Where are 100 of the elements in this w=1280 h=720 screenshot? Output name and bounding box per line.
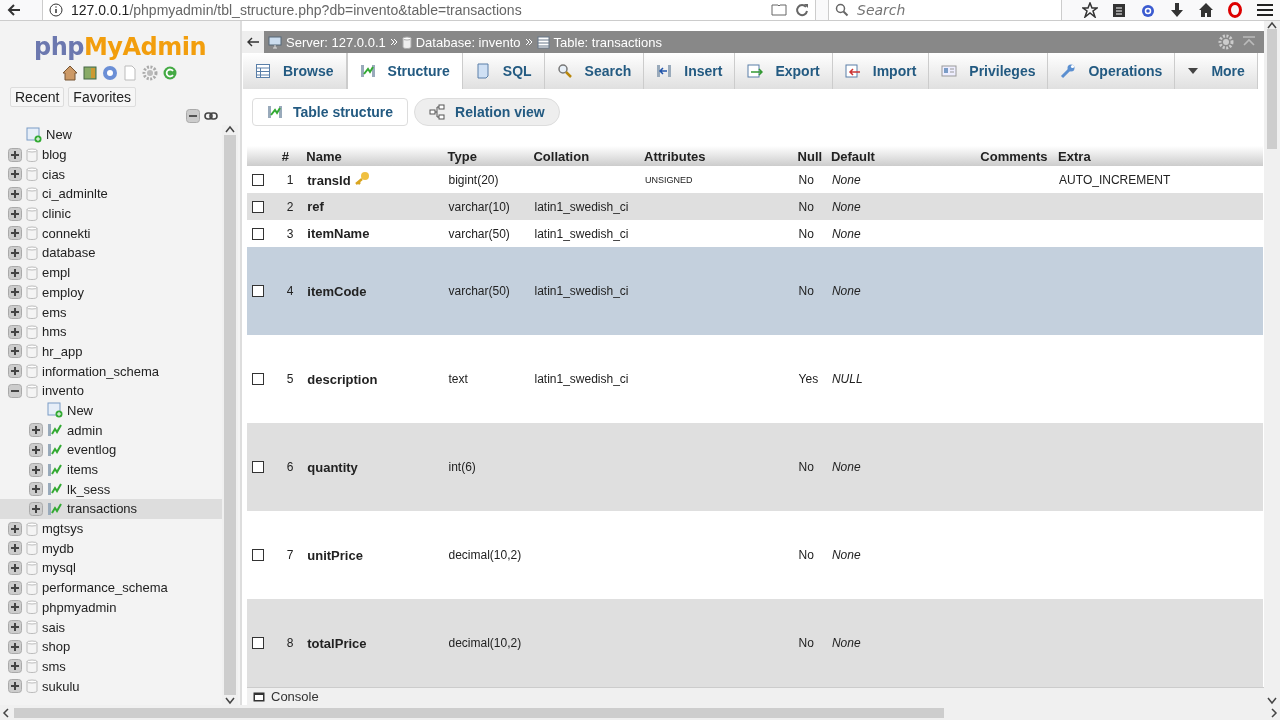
tree-item[interactable]: New	[63, 402, 93, 418]
scroll-down-icon[interactable]	[225, 697, 235, 705]
search-box[interactable]: Search	[828, 0, 1062, 20]
tree-item[interactable]: phpmyadmin	[38, 599, 117, 615]
expand-toggle[interactable]	[8, 265, 22, 280]
tab[interactable]: Insert	[644, 53, 736, 89]
tab[interactable]: Search	[544, 53, 645, 89]
expand-toggle[interactable]	[8, 206, 22, 221]
collapse-all-icon[interactable]	[186, 109, 200, 123]
tab[interactable]: Browse	[243, 53, 347, 89]
expand-toggle[interactable]	[8, 147, 22, 162]
tree-item[interactable]: New	[42, 127, 72, 143]
horizontal-scrollbar[interactable]	[0, 705, 1280, 720]
tree-item[interactable]: mydb	[38, 540, 74, 556]
tree-item[interactable]: employ	[38, 284, 84, 300]
expand-toggle[interactable]	[8, 521, 22, 536]
breadcrumb-link[interactable]: Database: invento	[415, 34, 521, 50]
tree-item[interactable]: hms	[38, 324, 67, 340]
reload-icon[interactable]	[795, 2, 809, 17]
console-button[interactable]: Console	[271, 689, 319, 704]
sidebar-tab[interactable]: Favorites	[68, 87, 136, 107]
tree-item[interactable]: ci_adminlte	[38, 186, 108, 202]
expand-toggle[interactable]	[8, 226, 22, 241]
expand-toggle[interactable]	[8, 344, 22, 359]
tab[interactable]: Export	[735, 53, 833, 89]
tree-item[interactable]: performance_schema	[38, 580, 168, 596]
tree-item[interactable]: ems	[38, 304, 67, 320]
tab[interactable]: More	[1175, 53, 1258, 89]
tree-item[interactable]: mgtsys	[38, 521, 84, 537]
expand-toggle[interactable]	[8, 541, 22, 556]
back-button[interactable]	[242, 31, 264, 53]
link-icon[interactable]	[204, 109, 218, 123]
expand-toggle[interactable]	[8, 305, 22, 320]
clipboard-icon[interactable]	[1112, 2, 1126, 18]
scroll-thumb[interactable]	[1267, 29, 1277, 149]
collapse-toggle[interactable]	[8, 383, 22, 398]
expand-toggle[interactable]	[8, 245, 22, 260]
tree-item[interactable]: information_schema	[38, 363, 160, 379]
tree-item[interactable]: blog	[38, 147, 67, 163]
scroll-thumb[interactable]	[14, 708, 944, 718]
reload-icon[interactable]	[162, 65, 178, 81]
row-checkbox[interactable]	[252, 549, 264, 561]
expand-toggle[interactable]	[8, 580, 22, 595]
tree-item[interactable]: eventlog	[63, 442, 117, 458]
tab[interactable]: Privileges	[929, 53, 1049, 89]
tree-item[interactable]: sukulu	[38, 678, 80, 694]
tab[interactable]: Import	[832, 53, 930, 89]
expand-toggle[interactable]	[29, 482, 43, 497]
menu-icon[interactable]	[1256, 3, 1274, 17]
tree-item[interactable]: sms	[38, 658, 66, 674]
expand-toggle[interactable]	[8, 639, 22, 654]
tab[interactable]: Operations	[1048, 53, 1176, 89]
swirl-icon[interactable]	[1140, 2, 1156, 18]
expand-toggle[interactable]	[8, 600, 22, 615]
expand-toggle[interactable]	[8, 620, 22, 635]
expand-toggle[interactable]	[29, 442, 43, 457]
expand-toggle[interactable]	[8, 560, 22, 575]
expand-toggle[interactable]	[8, 659, 22, 674]
tree-item[interactable]: database	[38, 245, 96, 261]
scroll-up-icon[interactable]	[225, 125, 235, 133]
view-button[interactable]: Table structure	[252, 98, 409, 126]
exit-icon[interactable]	[82, 65, 98, 81]
address-bar[interactable]: 127.0.0.1/phpmyadmin/tbl_structure.php?db=invento&table=transactions	[42, 0, 816, 20]
logo[interactable]: phpMyAdmin	[0, 33, 240, 61]
scroll-down-icon[interactable]	[1267, 697, 1277, 705]
breadcrumb-link[interactable]: Server: 127.0.0.1	[286, 34, 386, 50]
scroll-up-icon[interactable]	[1267, 21, 1277, 29]
view-button[interactable]: Relation view	[414, 98, 560, 126]
scrollbar[interactable]	[222, 125, 238, 705]
expand-toggle[interactable]	[29, 423, 43, 438]
tree-item[interactable]: connekti	[38, 225, 91, 241]
scroll-left-icon[interactable]	[0, 708, 12, 718]
tab[interactable]: Structure	[346, 53, 463, 89]
row-checkbox[interactable]	[252, 637, 264, 649]
row-checkbox[interactable]	[252, 227, 264, 240]
expand-toggle[interactable]	[29, 501, 43, 516]
scroll-right-icon[interactable]	[1268, 708, 1280, 718]
tree-item[interactable]: empl	[38, 265, 71, 281]
sidebar-tab[interactable]: Recent	[10, 87, 65, 107]
scrollbar[interactable]	[1264, 21, 1280, 705]
tab[interactable]: SQL	[462, 53, 545, 89]
row-checkbox[interactable]	[252, 373, 264, 385]
ring-icon[interactable]	[1228, 2, 1242, 18]
expand-toggle[interactable]	[8, 167, 22, 182]
tree-item[interactable]: lk_sess	[63, 481, 111, 497]
tree-item[interactable]: admin	[63, 422, 103, 438]
home-icon[interactable]	[62, 65, 78, 81]
download-icon[interactable]	[1170, 2, 1184, 18]
breadcrumb-link[interactable]: Table: transactions	[553, 34, 662, 50]
tree-item[interactable]: clinic	[38, 206, 71, 222]
row-checkbox[interactable]	[252, 285, 264, 297]
expand-toggle[interactable]	[8, 679, 22, 694]
row-checkbox[interactable]	[252, 461, 264, 473]
expand-toggle[interactable]	[8, 364, 22, 379]
scroll-thumb[interactable]	[224, 135, 236, 695]
tree-item[interactable]: invento	[38, 383, 84, 399]
expand-toggle[interactable]	[29, 462, 43, 477]
expand-toggle[interactable]	[8, 285, 22, 300]
search-field[interactable]: Search	[855, 0, 1039, 19]
tree-item[interactable]: shop	[38, 639, 71, 655]
